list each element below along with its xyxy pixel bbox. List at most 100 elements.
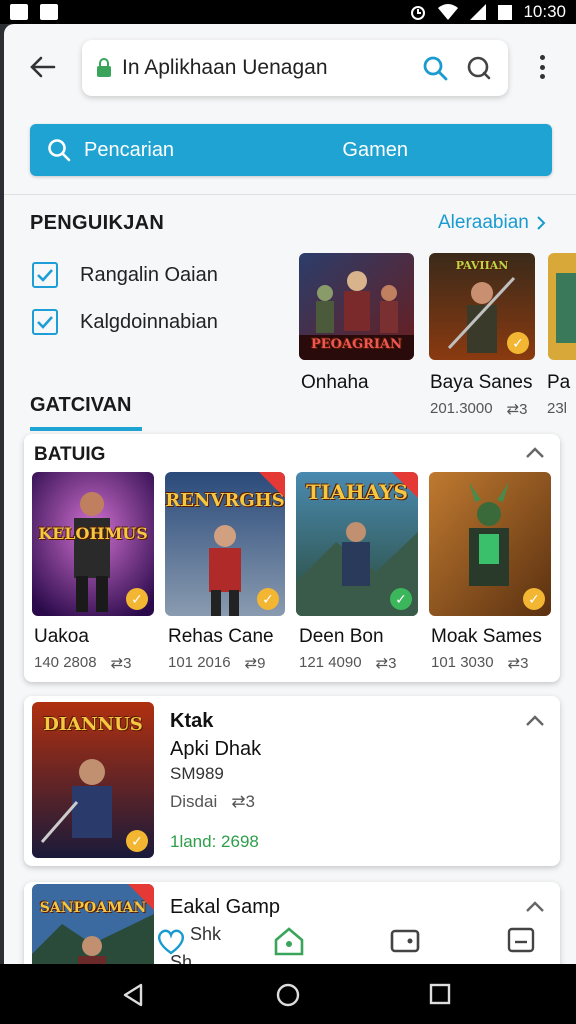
home-circle-icon[interactable] — [275, 982, 301, 1008]
game-card-2[interactable]: RENVRGHS ✓ — [165, 472, 285, 616]
checkbox[interactable] — [32, 262, 58, 288]
search-right-label: Gamen — [342, 138, 408, 161]
tab-indicator — [30, 427, 142, 431]
filter-checkbox-1[interactable]: Rangalin Oaian — [32, 262, 218, 288]
checkbox-label: Kalgdoinnabian — [80, 310, 218, 333]
search-left-label: Pencarian — [84, 138, 175, 161]
games-card: BATUIG KELOHMUS ✓ RENVRGHS ✓ TIAHAYS ✓ ✓… — [24, 434, 560, 682]
app-surface: In Aplikhaan Uenagan Pencarian Gamen PEN… — [4, 24, 576, 964]
game-count: ⇄3 — [231, 792, 255, 812]
game-count: ⇄3 — [111, 654, 132, 672]
game-downloads: 23l — [547, 400, 568, 417]
status-time: 10:30 — [523, 2, 566, 21]
image-notification-icon — [40, 4, 58, 20]
game-downloads: 101 2016 — [168, 654, 231, 671]
game-meta: 101 3030 ⇄3 — [431, 654, 529, 672]
more-vert-icon[interactable] — [532, 52, 552, 82]
chevron-up-icon[interactable] — [524, 446, 546, 460]
featured-game-name: Baya Sanes — [430, 372, 533, 393]
game-detail-thumb[interactable]: SANPOAMAN — [32, 884, 154, 964]
see-more-link[interactable]: Aleraabian — [438, 212, 547, 234]
game-card-1[interactable]: KELOHMUS ✓ — [32, 472, 154, 616]
wallet-icon[interactable] — [388, 924, 422, 958]
share-icon: ⇄ — [506, 401, 520, 418]
game-detail-thumb[interactable]: DIANNUS ✓ — [32, 702, 154, 858]
featured-game-name: Pa — [547, 372, 571, 393]
featured-game-2[interactable]: PAVIIAN ✓ — [429, 253, 535, 360]
game-detail-card[interactable]: DIANNUS ✓ Ktak Apki Dhak SM989 Disdai ⇄3… — [24, 696, 560, 866]
url-bar[interactable]: In Aplikhaan Uenagan — [82, 40, 508, 96]
status-bar: 10:30 — [0, 0, 576, 24]
corner-tag — [128, 884, 154, 910]
game-meta: 121 4090 ⇄3 — [299, 654, 397, 672]
game-name: Moak Sames — [431, 626, 542, 647]
see-more-label: Aleraabian — [438, 212, 529, 233]
back-arrow-icon[interactable] — [28, 52, 58, 82]
game-art-title: PEOAGRIAN — [310, 337, 403, 352]
filter-checkbox-2[interactable]: Kalgdoinnabian — [32, 309, 218, 335]
game-name: Deen Bon — [299, 626, 384, 647]
verified-badge-icon: ✓ — [257, 588, 279, 610]
verified-badge-icon: ✓ — [126, 830, 148, 852]
search-icon — [48, 139, 71, 162]
detail-line-3: Disdai — [170, 792, 218, 811]
game-count: ⇄9 — [245, 654, 266, 672]
game-name: Uakoa — [34, 626, 89, 647]
checkbox[interactable] — [32, 309, 58, 335]
game-count: ⇄3 — [376, 654, 397, 672]
tab-gatcivan[interactable]: GATCIVAN — [30, 394, 131, 417]
game-card-4[interactable]: ✓ — [429, 472, 551, 616]
count-value: 3 — [245, 792, 255, 811]
count-value: 3 — [519, 401, 528, 418]
top-bar: In Aplikhaan Uenagan — [4, 24, 576, 120]
detail-line-2: SM989 — [170, 764, 224, 783]
game-art-title: KELOHMUS — [38, 524, 148, 543]
checkbox-label: Rangalin Oaian — [80, 263, 218, 286]
search-icon[interactable] — [420, 53, 450, 83]
detail-title: Eakal Gamp — [170, 896, 281, 918]
signal-icon — [470, 4, 487, 20]
corner-tag — [259, 472, 285, 498]
chevron-up-icon[interactable] — [524, 714, 546, 728]
game-art-title: PAVIIAN — [455, 259, 509, 272]
verified-badge-icon: ✓ — [523, 588, 545, 610]
featured-game-1[interactable]: PEOAGRIAN — [299, 253, 414, 360]
lens-icon[interactable] — [464, 53, 494, 83]
count-value: 3 — [520, 655, 529, 672]
game-downloads: 140 2808 — [34, 654, 97, 671]
bottom-nav — [154, 924, 574, 964]
game-downloads: 201.3000 — [430, 400, 493, 417]
share-icon: ⇄ — [110, 655, 124, 672]
count-value: 3 — [388, 655, 397, 672]
verified-badge-icon: ✓ — [390, 588, 412, 610]
url-text: In Aplikhaan Uenagan — [122, 56, 328, 79]
featured-game-name: Onhaha — [301, 372, 369, 393]
share-icon: ⇄ — [231, 792, 246, 811]
heart-icon[interactable] — [154, 924, 188, 958]
detail-meta: Disdai ⇄3 — [170, 792, 255, 812]
count-value: 9 — [257, 655, 266, 672]
game-count: ⇄3 — [507, 400, 528, 418]
section-title: PENGUIKJAN — [30, 212, 165, 234]
back-triangle-icon[interactable] — [121, 982, 145, 1008]
count-value: 3 — [123, 655, 132, 672]
game-count: ⇄3 — [508, 654, 529, 672]
lock-icon — [97, 58, 111, 77]
battery-icon — [498, 5, 513, 20]
home-icon[interactable] — [272, 924, 306, 958]
game-name: Rehas Cane — [168, 626, 274, 647]
featured-game-meta: 201.3000 ⇄3 — [430, 400, 528, 418]
game-card-3[interactable]: TIAHAYS ✓ — [296, 472, 418, 616]
game-downloads: 101 3030 — [431, 654, 494, 671]
search-banner[interactable]: Pencarian Gamen — [30, 124, 552, 176]
system-nav-bar — [0, 964, 576, 1024]
chevron-right-icon — [537, 216, 546, 230]
check-icon — [37, 269, 53, 282]
recents-square-icon[interactable] — [428, 982, 452, 1006]
divider — [4, 194, 576, 195]
game-art-image — [548, 253, 576, 360]
featured-game-3[interactable] — [548, 253, 576, 360]
chevron-up-icon[interactable] — [524, 900, 546, 914]
game-meta: 140 2808 ⇄3 — [34, 654, 132, 672]
tablet-icon[interactable] — [504, 924, 538, 958]
